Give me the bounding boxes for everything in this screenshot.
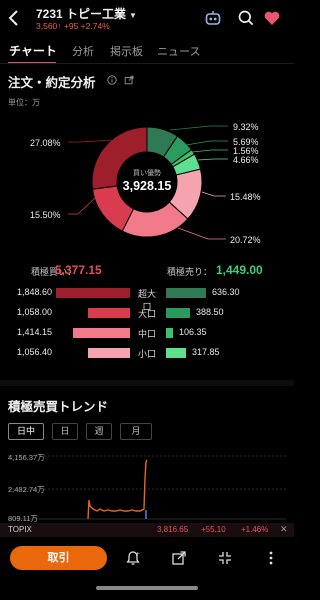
buy-total-value: 5,377.15 [55,263,102,277]
sell-total-label: 積極売り： [167,267,213,277]
home-indicator [96,586,198,590]
tab-analysis[interactable]: 分析 [72,43,94,59]
leader-line-buy-l [68,197,96,215]
period-day-button[interactable]: 日 [52,423,78,440]
slice-label-sell-s: 4.66% [233,155,259,165]
tab-news[interactable]: ニュース [157,43,200,59]
sell-amount: 317.85 [192,347,220,357]
leader-line-sell-m [191,149,228,153]
tab-bar: チャート 分析 掲示板 ニュース [0,40,294,64]
order-analysis-title: 注文・約定分析 [8,76,96,90]
order-size-label: 中口 [137,329,156,339]
app-header: 7231 トピー工業 ▼ 3,560↑ +95 +2.74% [0,0,294,38]
share-icon[interactable] [124,75,134,85]
order-size-row: 1,058.00 大口 388.50 [0,305,294,321]
unit-label: 単位：万 [8,98,40,107]
leader-line-sell-xl [169,125,228,131]
sell-bar [166,328,173,338]
buy-amount: 1,056.40 [16,347,52,357]
svg-text:+: + [135,551,140,558]
slice-label-buy-m: 20.72% [230,235,261,245]
order-size-row: 1,848.60 超大口 636.30 [0,285,294,312]
leader-line-buy-m [177,227,226,240]
sell-amount: 636.30 [212,287,240,297]
sell-amount: 106.35 [179,327,207,337]
trend-y-label-top: 4,156.37万 [8,453,45,462]
sell-bar [166,288,206,298]
slice-label-buy-l: 15.50% [30,210,61,220]
slice-label-sell-xl: 9.32% [233,122,259,132]
tabs-divider [0,63,294,64]
section-divider [0,380,294,386]
period-week-button[interactable]: 週 [86,423,112,440]
share-out-icon[interactable] [171,550,187,566]
sell-total-value: 1,449.00 [216,263,263,277]
tab-chart[interactable]: チャート [9,42,57,59]
buy-amount: 1,058.00 [16,307,52,317]
donut-center-value: 3,928.15 [122,179,172,193]
order-size-label: 大口 [137,309,156,319]
favorite-heart-icon[interactable] [263,9,281,27]
dropdown-triangle-icon: ▼ [129,11,137,20]
slice-label-buy-xl: 27.08% [30,138,61,148]
stock-code-name: 7231 トピー工業 [36,7,127,21]
bottom-toolbar: 取引 + [0,538,294,578]
ticker-change: +55.10 [201,525,226,534]
ticker-close-icon[interactable]: ✕ [280,524,288,535]
buy-amount: 1,414.15 [16,327,52,337]
buy-bar [56,288,130,298]
order-size-row: 1,414.15 中口 106.35 [0,325,294,341]
stock-price-line: 3,560↑ +95 +2.74% [36,21,110,31]
robot-assistant-icon[interactable] [204,9,222,27]
tab-board[interactable]: 掲示板 [110,43,143,59]
donut-center-label: 買い優勢 [133,170,161,177]
info-icon[interactable] [107,75,117,85]
buy-bar [88,308,130,318]
alert-bell-icon[interactable]: + [125,550,141,566]
period-intraday-button[interactable]: 日中 [8,423,44,440]
collapse-icon[interactable] [217,550,233,566]
sell-amount: 388.50 [196,307,224,317]
sell-bar [166,348,186,358]
leader-line-sell-s [197,158,228,161]
period-month-button[interactable]: 月 [120,423,152,440]
index-ticker[interactable]: TOPIX 3,816.65 +55.10 +1.46% ✕ [0,523,294,537]
trend-y-label-mid: 2,482.74万 [8,485,45,494]
ticker-value: 3,816.65 [157,525,189,534]
trade-button[interactable]: 取引 [10,546,107,570]
sell-bar [166,308,190,318]
leader-line-buy-s [201,191,226,197]
buy-amount: 1,848.60 [16,287,52,297]
stock-title[interactable]: 7231 トピー工業 ▼ [36,5,137,22]
buy-bar [73,328,130,338]
search-icon[interactable] [237,9,255,27]
leader-line-buy-xl [68,139,113,143]
order-size-row: 1,056.40 小口 317.85 [0,345,294,361]
ticker-change-pct: +1.46% [241,525,269,534]
trend-title: 積極売買トレンド [8,400,109,414]
order-size-label: 小口 [137,349,156,359]
back-arrow-icon[interactable] [6,8,22,28]
buy-bar [88,348,130,358]
more-options-icon[interactable] [263,550,279,566]
leader-line-sell-l [185,140,228,146]
ticker-name: TOPIX [8,525,32,534]
slice-label-buy-s: 15.48% [230,192,261,202]
